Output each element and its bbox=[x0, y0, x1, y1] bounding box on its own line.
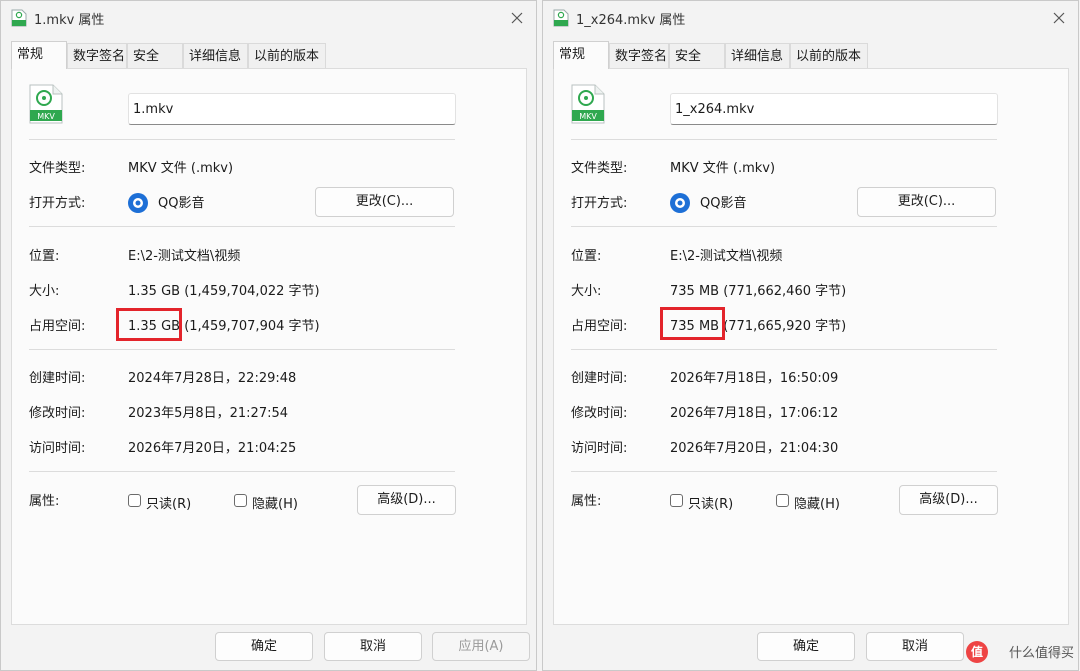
size-label: 大小: bbox=[29, 284, 60, 299]
close-icon[interactable] bbox=[1050, 9, 1068, 27]
ok-button[interactable]: 确定 bbox=[215, 632, 313, 661]
modified-label: 修改时间: bbox=[29, 406, 86, 421]
red-highlight-box bbox=[660, 307, 725, 340]
general-tab-pane: MKV 文件类型: MKV 文件 (.mkv) 打开方式: QQ影音 更改(C)… bbox=[553, 68, 1069, 625]
properties-window-right: 1_x264.mkv 属性 常规 数字签名 安全 详细信息 以前的版本 MKV … bbox=[542, 0, 1079, 671]
modified-label: 修改时间: bbox=[571, 406, 628, 421]
location-label: 位置: bbox=[571, 249, 602, 264]
size-value: 1.35 GB (1,459,704,022 字节) bbox=[128, 284, 320, 299]
created-value: 2024年7月28日，22:29:48 bbox=[128, 371, 297, 386]
readonly-label: 只读(R) bbox=[146, 497, 192, 512]
size-on-disk-label: 占用空间: bbox=[571, 319, 628, 334]
separator bbox=[571, 226, 997, 227]
general-tab-pane: MKV 文件类型: MKV 文件 (.mkv) 打开方式: QQ影音 更改(C)… bbox=[11, 68, 527, 625]
opens-with-label: 打开方式: bbox=[29, 196, 86, 211]
mkv-file-large-icon: MKV bbox=[29, 84, 63, 124]
apply-button[interactable]: 应用(A) bbox=[432, 632, 530, 661]
mkv-file-large-icon: MKV bbox=[571, 84, 605, 124]
location-value: E:\2-测试文档\视频 bbox=[128, 249, 241, 264]
tab-previous-versions[interactable]: 以前的版本 bbox=[248, 43, 326, 69]
created-label: 创建时间: bbox=[571, 371, 628, 386]
tab-digital-signatures[interactable]: 数字签名 bbox=[67, 43, 127, 69]
file-type-label: 文件类型: bbox=[571, 161, 628, 176]
qq-player-icon bbox=[128, 193, 148, 213]
file-type-value: MKV 文件 (.mkv) bbox=[670, 161, 776, 176]
title-bar: 1_x264.mkv 属性 bbox=[543, 1, 1078, 35]
advanced-button[interactable]: 高级(D)... bbox=[357, 485, 456, 515]
created-value: 2026年7月18日，16:50:09 bbox=[670, 371, 839, 386]
hidden-label: 隐藏(H) bbox=[794, 497, 840, 512]
separator bbox=[29, 471, 455, 472]
watermark-logo-icon: 值 bbox=[966, 641, 988, 663]
tab-previous-versions[interactable]: 以前的版本 bbox=[790, 43, 868, 69]
tab-security[interactable]: 安全 bbox=[127, 43, 183, 69]
cancel-button[interactable]: 取消 bbox=[866, 632, 964, 661]
filename-field[interactable] bbox=[128, 93, 456, 125]
checkbox-box[interactable] bbox=[670, 494, 683, 507]
change-button[interactable]: 更改(C)... bbox=[315, 187, 454, 217]
title-bar: 1.mkv 属性 bbox=[1, 1, 536, 35]
file-type-value: MKV 文件 (.mkv) bbox=[128, 161, 234, 176]
window-title: 1_x264.mkv 属性 bbox=[576, 13, 686, 28]
checkbox-box[interactable] bbox=[234, 494, 247, 507]
attributes-label: 属性: bbox=[571, 494, 602, 509]
watermark-text: 什么值得买 bbox=[1008, 646, 1074, 661]
window-title: 1.mkv 属性 bbox=[34, 13, 105, 28]
checkbox-box[interactable] bbox=[776, 494, 789, 507]
created-label: 创建时间: bbox=[29, 371, 86, 386]
accessed-value: 2026年7月20日，21:04:30 bbox=[670, 441, 839, 456]
properties-window-left: 1.mkv 属性 常规 数字签名 安全 详细信息 以前的版本 MKV 文件类型:… bbox=[0, 0, 537, 671]
red-highlight-box bbox=[116, 308, 182, 341]
mkv-file-icon bbox=[11, 9, 27, 27]
location-label: 位置: bbox=[29, 249, 60, 264]
hidden-checkbox[interactable]: 隐藏(H) bbox=[234, 493, 304, 512]
readonly-checkbox[interactable]: 只读(R) bbox=[670, 493, 740, 512]
checkbox-box[interactable] bbox=[128, 494, 141, 507]
accessed-label: 访问时间: bbox=[29, 441, 86, 456]
separator bbox=[29, 226, 455, 227]
ok-button[interactable]: 确定 bbox=[757, 632, 855, 661]
file-type-label: 文件类型: bbox=[29, 161, 86, 176]
accessed-label: 访问时间: bbox=[571, 441, 628, 456]
filename-field[interactable] bbox=[670, 93, 998, 125]
mkv-icon-text: MKV bbox=[37, 112, 55, 121]
readonly-label: 只读(R) bbox=[688, 497, 734, 512]
readonly-checkbox[interactable]: 只读(R) bbox=[128, 493, 198, 512]
opens-with-label: 打开方式: bbox=[571, 196, 628, 211]
hidden-label: 隐藏(H) bbox=[252, 497, 298, 512]
separator bbox=[571, 471, 997, 472]
change-button[interactable]: 更改(C)... bbox=[857, 187, 996, 217]
separator bbox=[29, 139, 455, 140]
tab-digital-signatures[interactable]: 数字签名 bbox=[609, 43, 669, 69]
qq-player-icon bbox=[670, 193, 690, 213]
size-label: 大小: bbox=[571, 284, 602, 299]
accessed-value: 2026年7月20日，21:04:25 bbox=[128, 441, 297, 456]
tab-details[interactable]: 详细信息 bbox=[183, 43, 248, 69]
advanced-button[interactable]: 高级(D)... bbox=[899, 485, 998, 515]
cancel-button[interactable]: 取消 bbox=[324, 632, 422, 661]
modified-value: 2026年7月18日，17:06:12 bbox=[670, 406, 839, 421]
size-value: 735 MB (771,662,460 字节) bbox=[670, 284, 847, 299]
opens-with-value: QQ影音 bbox=[700, 196, 747, 211]
modified-value: 2023年5月8日，21:27:54 bbox=[128, 406, 289, 421]
separator bbox=[571, 139, 997, 140]
tab-general[interactable]: 常规 bbox=[553, 41, 609, 69]
mkv-icon-text: MKV bbox=[579, 112, 597, 121]
location-value: E:\2-测试文档\视频 bbox=[670, 249, 783, 264]
tab-security[interactable]: 安全 bbox=[669, 43, 725, 69]
tab-details[interactable]: 详细信息 bbox=[725, 43, 790, 69]
hidden-checkbox[interactable]: 隐藏(H) bbox=[776, 493, 846, 512]
tab-general[interactable]: 常规 bbox=[11, 41, 67, 69]
mkv-file-icon bbox=[553, 9, 569, 27]
separator bbox=[29, 349, 455, 350]
attributes-label: 属性: bbox=[29, 494, 60, 509]
separator bbox=[571, 349, 997, 350]
opens-with-value: QQ影音 bbox=[158, 196, 205, 211]
size-on-disk-label: 占用空间: bbox=[29, 319, 86, 334]
close-icon[interactable] bbox=[508, 9, 526, 27]
